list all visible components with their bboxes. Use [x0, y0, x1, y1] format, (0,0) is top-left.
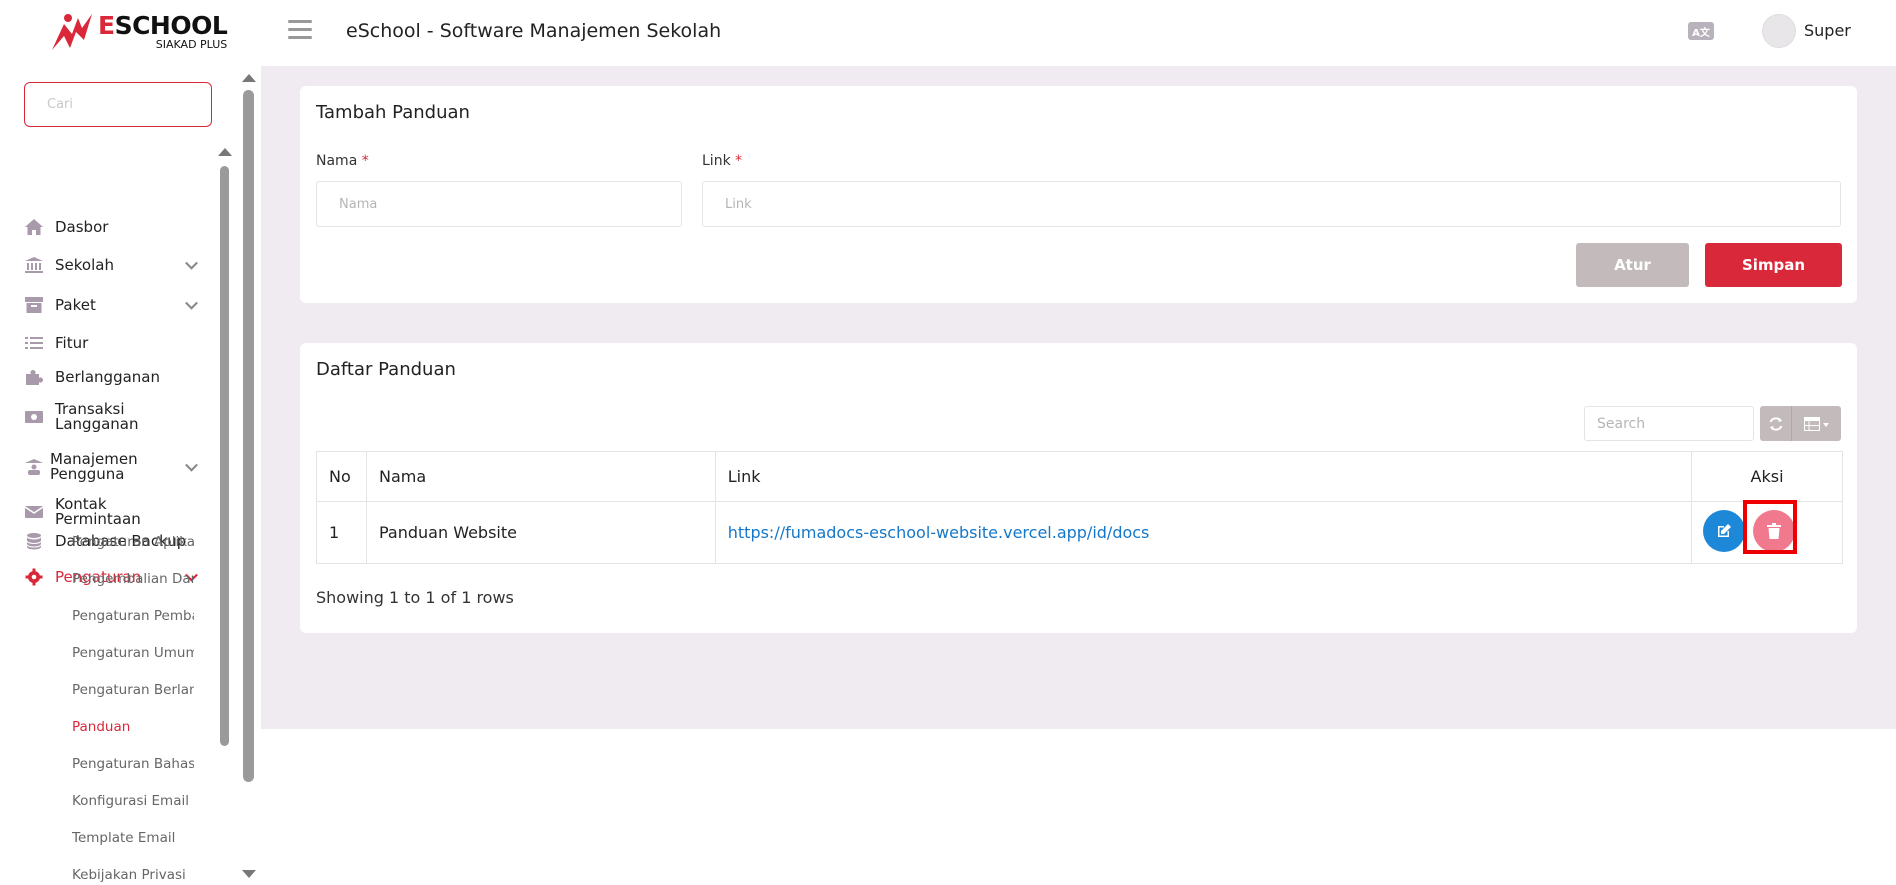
sidebar-subitem-pengaturan-bahasa[interactable]: Pengaturan Bahasa — [72, 756, 194, 772]
sidebar-subitem-template-email[interactable]: Template Email — [72, 830, 194, 846]
logo-title: ESCHOOL — [98, 10, 228, 40]
name-input[interactable] — [316, 181, 682, 227]
sidebar-item-sekolah[interactable]: Sekolah — [24, 256, 198, 274]
sidebar-item-paket[interactable]: Paket — [24, 296, 198, 314]
row-no: 1 — [316, 501, 367, 564]
refresh-icon — [1769, 416, 1782, 431]
language-icon[interactable]: A文 — [1688, 22, 1714, 40]
avatar[interactable] — [1762, 14, 1796, 48]
column-header-no[interactable]: No — [316, 451, 367, 502]
scroll-up-icon[interactable] — [218, 148, 232, 156]
chevron-down-icon — [185, 296, 198, 310]
money-icon — [24, 408, 44, 426]
list-icon — [24, 334, 44, 352]
edit-icon — [1718, 524, 1731, 537]
sidebar-item-berlangganan[interactable]: Berlangganan — [24, 368, 196, 386]
save-button[interactable]: Simpan — [1705, 243, 1842, 287]
sidebar-subitem-pengaturan-umum[interactable]: Pengaturan Umum — [72, 645, 194, 661]
sidebar-subitem-kebijakan-privasi[interactable]: Kebijakan Privasi — [72, 867, 194, 883]
table-row: 1 Panduan Website https://fumadocs-escho… — [316, 501, 1843, 564]
chevron-down-icon — [185, 458, 198, 472]
edit-button[interactable] — [1703, 510, 1745, 552]
sidebar-subitem-panduan[interactable]: Panduan — [72, 719, 194, 735]
row-link[interactable]: https://fumadocs-eschool-website.vercel.… — [728, 523, 1150, 542]
refresh-button[interactable] — [1760, 406, 1792, 441]
add-guide-card: Tambah Panduan Nama * Link * Atur Simpan — [300, 86, 1857, 303]
delete-button-highlight — [1743, 500, 1797, 554]
user-name[interactable]: Super — [1804, 21, 1851, 40]
menu-scrollbar[interactable] — [218, 148, 232, 878]
sidebar-item-transaksi-langganan[interactable]: Transaksi Langganan — [24, 402, 196, 432]
scroll-down-icon[interactable] — [242, 870, 256, 878]
puzzle-icon — [24, 368, 44, 386]
sidebar-item-manajemen-pengguna[interactable]: Manajemen Pengguna — [24, 452, 198, 482]
sidebar-scrollbar[interactable] — [240, 66, 258, 885]
reset-button[interactable]: Atur — [1576, 243, 1689, 287]
sidebar-scrollbar-thumb[interactable] — [243, 90, 254, 782]
guide-table: No Nama Link Aksi 1 Panduan Website http… — [316, 451, 1843, 564]
sidebar-subitem-pengaturan-pembayaran[interactable]: Pengaturan Pembayaran — [72, 608, 194, 624]
row-nama: Panduan Website — [365, 501, 716, 564]
column-header-nama[interactable]: Nama — [365, 451, 716, 502]
row-link-cell: https://fumadocs-eschool-website.vercel.… — [714, 501, 1693, 564]
users-icon — [24, 458, 44, 476]
logo-mark-icon — [48, 10, 96, 52]
chevron-down-icon — [185, 256, 198, 270]
envelope-icon — [24, 503, 44, 521]
columns-icon — [1803, 416, 1829, 431]
sidebar-subitem-konfigurasi-email[interactable]: Konfigurasi Email — [72, 793, 194, 809]
name-label: Nama * — [316, 153, 369, 169]
sidebar-subitem-pengaturan-aplikasi[interactable]: Pengaturan Aplikasi — [72, 534, 194, 550]
app-title: eSchool - Software Manajemen Sekolah — [346, 20, 722, 42]
menu-toggle-icon[interactable] — [288, 20, 312, 40]
eschool-logo[interactable]: ESCHOOL SIAKAD PLUS — [48, 10, 228, 52]
sidebar: Dasbor Sekolah Paket Fitur Berlangganan … — [0, 66, 258, 885]
gear-icon — [24, 568, 44, 586]
sidebar-subitem-pengembalian-dana[interactable]: Pengembalian Dana — [72, 571, 194, 587]
bank-icon — [24, 256, 44, 274]
sidebar-subitem-pengaturan-berlangganan[interactable]: Pengaturan Berlangganan — [72, 682, 194, 698]
home-icon — [24, 218, 44, 236]
columns-toggle-button[interactable] — [1792, 406, 1841, 441]
table-pagination-info: Showing 1 to 1 of 1 rows — [316, 588, 514, 607]
archive-icon — [24, 296, 44, 314]
logo-subtitle: SIAKAD PLUS — [155, 37, 228, 51]
database-icon — [24, 532, 44, 550]
column-header-link[interactable]: Link — [714, 451, 1693, 502]
sidebar-item-dasbor[interactable]: Dasbor — [24, 218, 196, 236]
add-guide-title: Tambah Panduan — [316, 102, 470, 123]
table-search-input[interactable] — [1584, 406, 1754, 441]
scroll-up-icon[interactable] — [242, 74, 256, 82]
sidebar-search-input[interactable] — [24, 82, 212, 127]
menu-scrollbar-thumb[interactable] — [220, 166, 229, 746]
table-toolbar — [1760, 406, 1841, 441]
top-bar: ESCHOOL SIAKAD PLUS eSchool - Software M… — [0, 0, 1896, 66]
table-header-row: No Nama Link Aksi — [316, 451, 1843, 502]
column-header-aksi: Aksi — [1691, 451, 1843, 502]
guide-list-title: Daftar Panduan — [316, 359, 456, 380]
content-area: Tambah Panduan Nama * Link * Atur Simpan… — [261, 66, 1896, 729]
sidebar-item-kontak-permintaan[interactable]: Kontak Permintaan — [24, 497, 196, 527]
link-label: Link * — [702, 153, 743, 169]
link-input[interactable] — [702, 181, 1841, 227]
guide-list-card: Daftar Panduan No Nama Link Aksi 1 — [300, 343, 1857, 633]
sidebar-item-fitur[interactable]: Fitur — [24, 334, 196, 352]
